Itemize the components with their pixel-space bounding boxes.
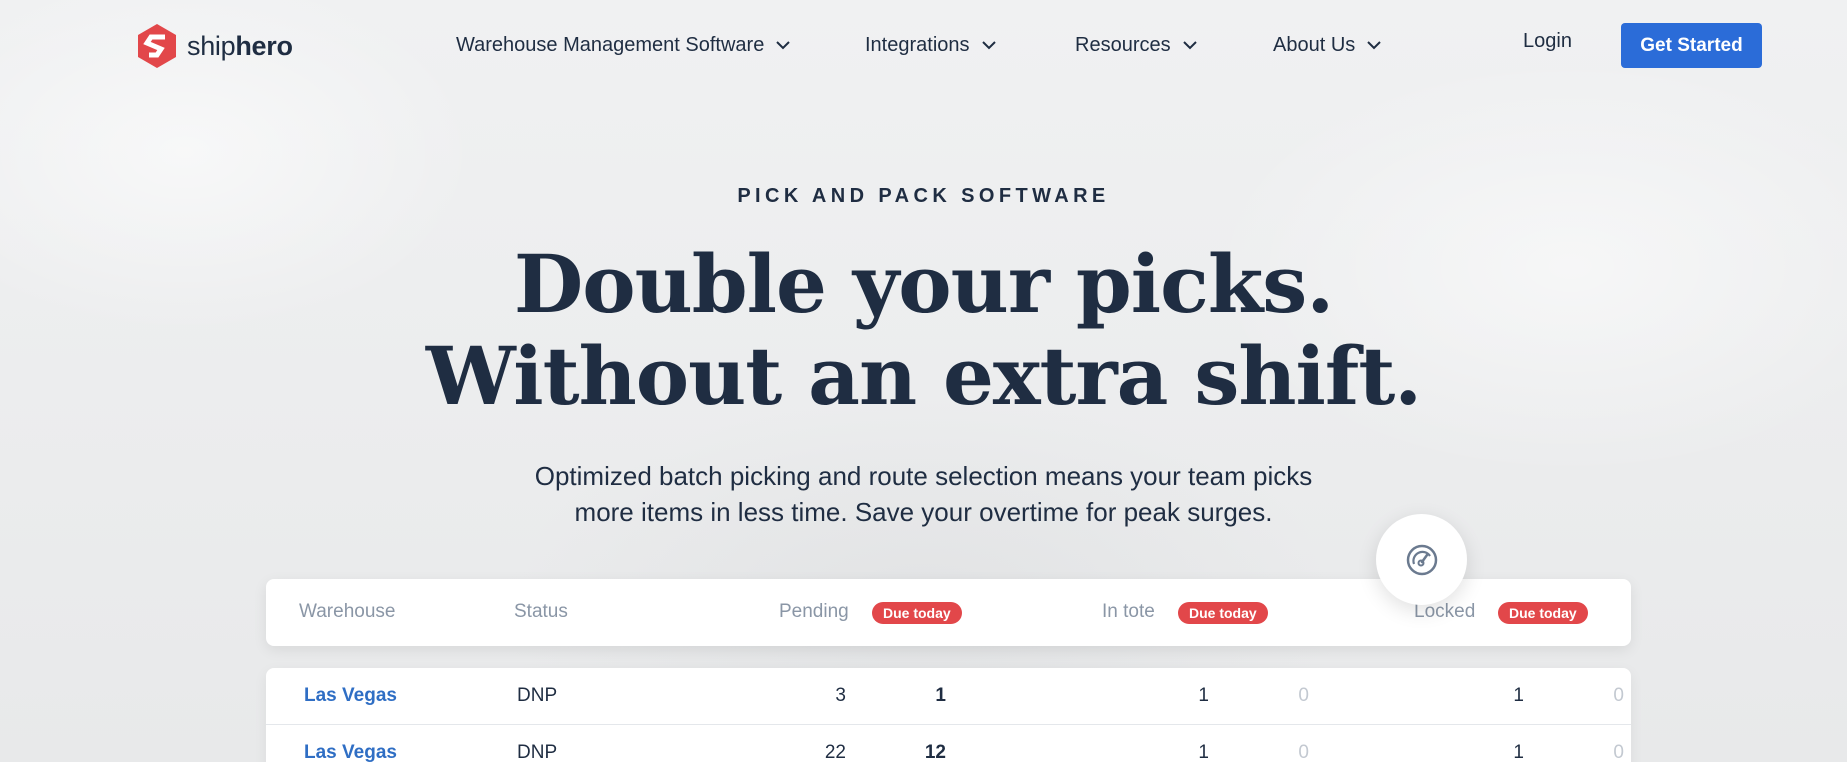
in-tote-cell: 1 [1198,685,1209,706]
nav-menu-label: Resources [1075,33,1171,56]
column-header-status: Status [514,601,568,622]
in-tote-cell: 1 [1198,742,1209,762]
due-today-badge: Due today [1498,602,1588,624]
locked-due-cell: 0 [1613,742,1624,762]
warehouse-link[interactable]: Las Vegas [304,742,397,762]
locked-due-cell: 0 [1613,685,1624,706]
nav-menu-about-us[interactable]: About Us [1273,30,1381,60]
status-cell: DNP [517,685,558,706]
chevron-down-icon [776,41,791,50]
shiphero-logo-icon [138,24,176,68]
column-header-in-tote: In tote [1102,601,1155,622]
top-nav: shiphero Warehouse Management Software I… [0,0,1847,90]
pending-cell: 3 [835,685,846,706]
pending-due-cell: 12 [924,742,946,762]
login-link[interactable]: Login [1523,30,1572,53]
pending-cell: 22 [824,742,846,762]
in-tote-due-cell: 0 [1298,685,1309,706]
table-body: Las Vegas DNP 3 1 1 0 1 0 Las Vegas DNP … [266,668,1631,762]
logo-wordmark: shiphero [187,30,293,61]
nav-menu-resources[interactable]: Resources [1075,30,1197,60]
nav-menu-integrations[interactable]: Integrations [865,30,996,60]
nav-menu-warehouse-management-software[interactable]: Warehouse Management Software [456,30,791,60]
hero-headline-line-2: Without an extra shift. [425,329,1422,423]
nav-menu-label: About Us [1273,33,1356,56]
locked-cell: 1 [1513,742,1524,762]
chevron-down-icon [981,41,996,50]
get-started-button[interactable]: Get Started [1621,23,1762,68]
chevron-down-icon [1182,41,1197,50]
chevron-down-icon [1367,41,1381,50]
hero-subcopy-line-2: more items in less time. Save your overt… [574,497,1273,527]
hero-headline-line-1: Double your picks. [513,237,1334,331]
nav-menu-label: Integrations [865,33,970,56]
due-today-badge: Due today [872,602,962,624]
due-today-badge: Due today [1178,602,1268,624]
column-header-warehouse: Warehouse [299,601,396,622]
hero-headline: Double your picks. Without an extra shif… [0,238,1847,422]
hero-eyebrow: PICK AND PACK SOFTWARE [737,185,1110,207]
speedometer-button[interactable] [1376,514,1467,605]
nav-menu-label: Warehouse Management Software [456,33,765,56]
column-header-pending: Pending [779,601,849,622]
locked-cell: 1 [1513,685,1524,706]
warehouse-link[interactable]: Las Vegas [304,685,397,707]
table-row: Las Vegas DNP 3 1 1 0 1 0 [266,668,1631,724]
hero-subcopy-line-1: Optimized batch picking and route select… [534,461,1313,491]
pending-due-cell: 1 [935,685,946,706]
in-tote-due-cell: 0 [1298,742,1309,762]
table-row: Las Vegas DNP 22 12 1 0 1 0 [266,724,1631,762]
speedometer-icon [1406,544,1437,575]
shiphero-logo[interactable]: shiphero [135,22,293,70]
status-cell: DNP [517,742,558,762]
hero-subcopy: Optimized batch picking and route select… [0,458,1847,530]
